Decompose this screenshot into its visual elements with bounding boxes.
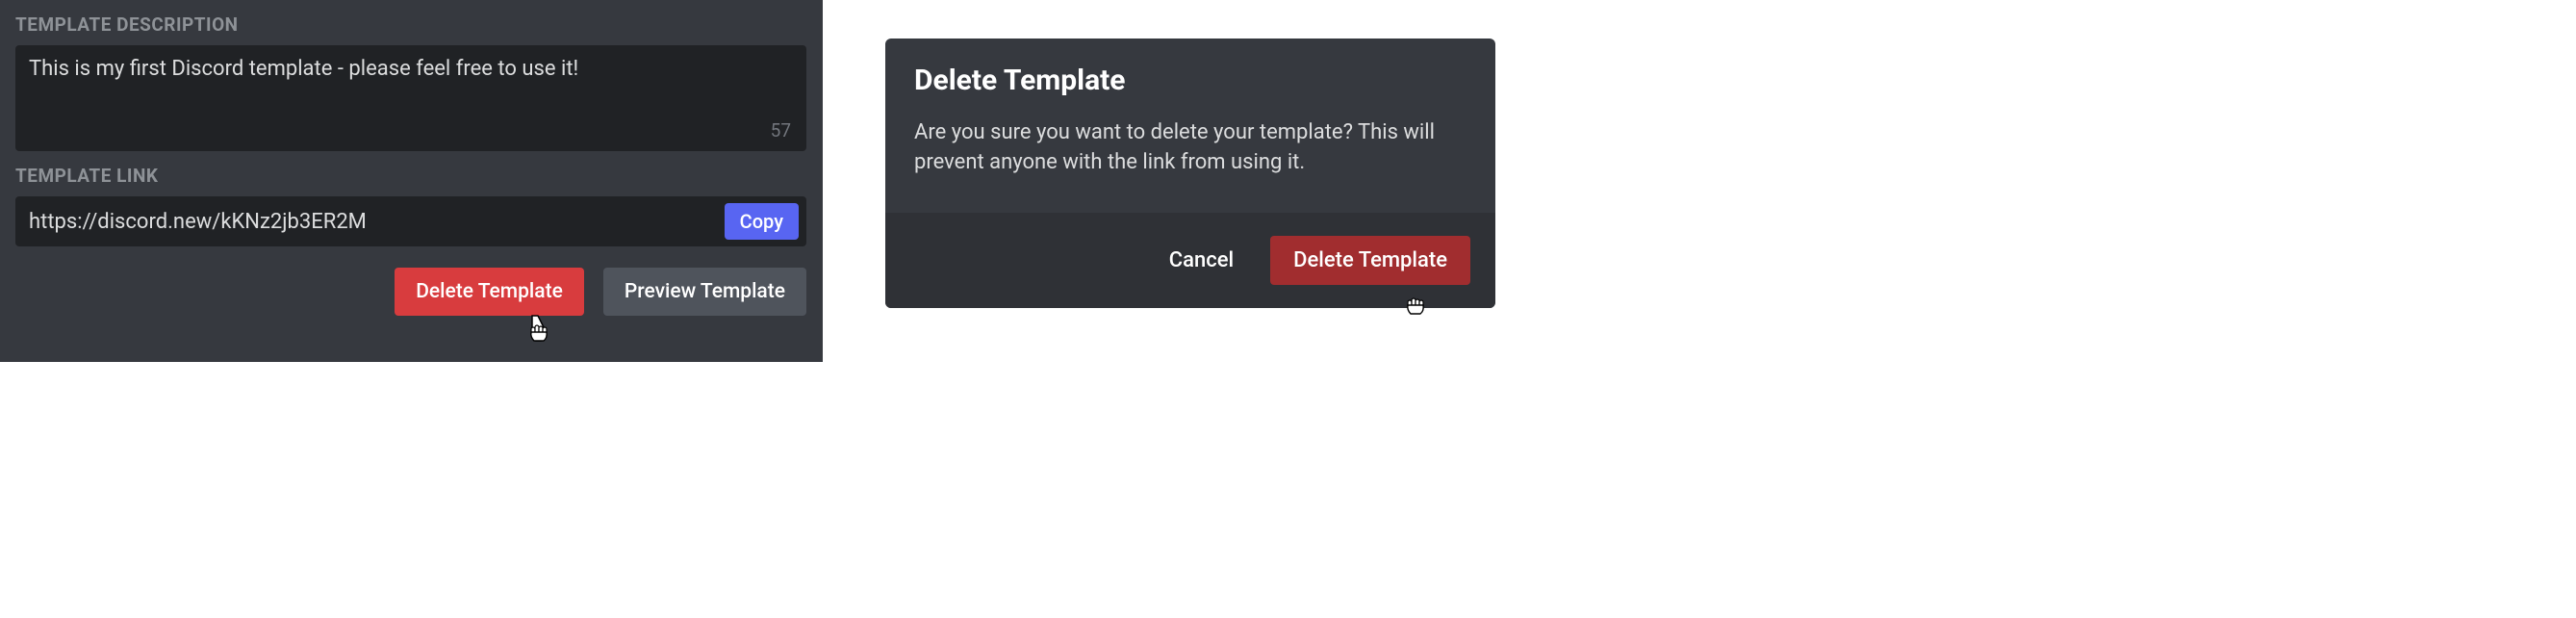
- template-description-input[interactable]: [29, 57, 793, 124]
- template-link-input[interactable]: [29, 210, 715, 234]
- modal-footer: Cancel Delete Template: [885, 213, 1495, 308]
- confirm-delete-button[interactable]: Delete Template: [1270, 236, 1470, 285]
- cancel-button[interactable]: Cancel: [1161, 239, 1241, 282]
- modal-title: Delete Template: [914, 64, 1467, 97]
- template-link-label: TEMPLATE LINK: [15, 165, 807, 187]
- preview-template-button[interactable]: Preview Template: [603, 268, 806, 316]
- modal-text: Are you sure you want to delete your tem…: [914, 118, 1467, 178]
- template-description-label: TEMPLATE DESCRIPTION: [15, 13, 807, 36]
- template-action-row: Delete Template Preview Template: [15, 268, 806, 316]
- template-link-container: Copy: [15, 196, 806, 246]
- char-count: 57: [771, 119, 791, 142]
- delete-template-button[interactable]: Delete Template: [395, 268, 584, 316]
- copy-button[interactable]: Copy: [725, 203, 799, 240]
- template-settings-panel: TEMPLATE DESCRIPTION 57 TEMPLATE LINK Co…: [0, 0, 823, 362]
- modal-body: Delete Template Are you sure you want to…: [885, 39, 1495, 213]
- template-description-container: 57: [15, 45, 806, 151]
- delete-confirmation-modal: Delete Template Are you sure you want to…: [885, 39, 1495, 308]
